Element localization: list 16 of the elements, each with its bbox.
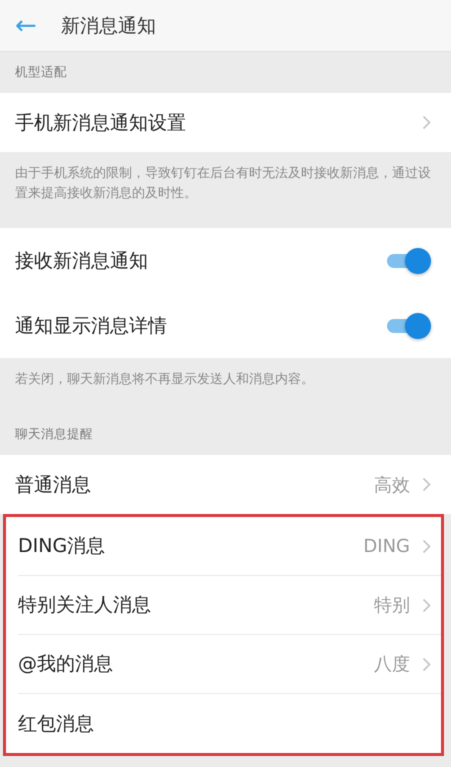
toggle-switch[interactable]	[385, 246, 431, 274]
section-label: 机型适配	[15, 64, 67, 81]
toggle-label: 接收新消息通知	[15, 248, 149, 274]
chevron-icon	[422, 538, 431, 554]
chevron-icon	[422, 656, 431, 672]
settings-row[interactable]: 普通消息 高效	[0, 455, 451, 514]
note-text: 由于手机系统的限制，导致钉钉在后台有时无法及时接收新消息，通过设置来提高接收新消息的及时性。	[15, 166, 431, 201]
toggle-label: 通知显示消息详情	[15, 314, 168, 338]
toggle-switch[interactable]	[385, 312, 431, 340]
note-text: 若关闭，聊天新消息将不再显示发送人和消息内容。	[15, 372, 314, 387]
chevron-icon	[422, 598, 431, 612]
settings-row[interactable]: 手机新消息通知设置	[0, 93, 451, 152]
chevron-icon	[422, 477, 431, 492]
page-title: 新消息通知	[61, 14, 156, 38]
chevron-icon	[422, 115, 431, 130]
section-label: 聊天消息提醒	[15, 426, 93, 443]
